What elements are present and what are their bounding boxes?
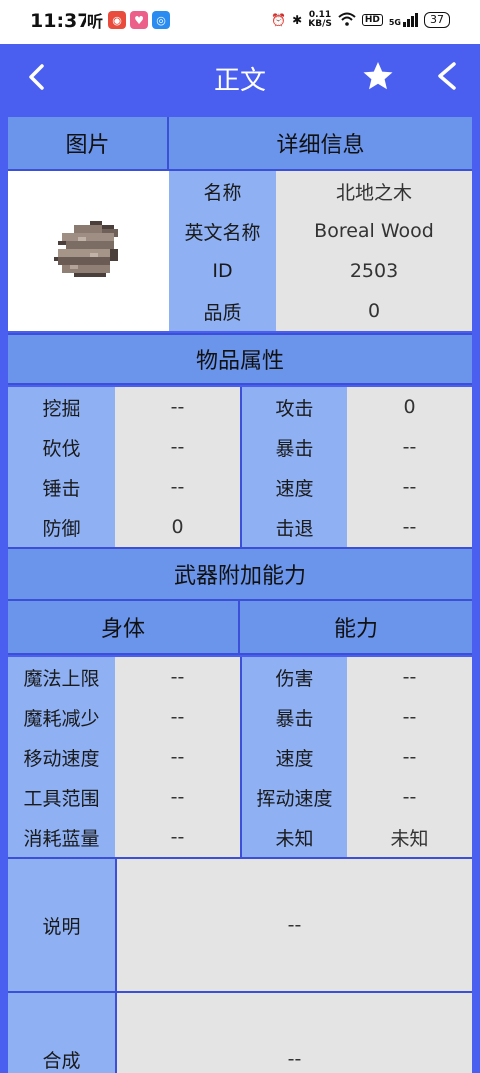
weapon-value: -- (115, 697, 240, 737)
property-label: 挖掘 (8, 387, 115, 427)
info-value: Boreal Wood (276, 211, 472, 251)
status-bar: 11:37 听 ◉ ♥ ◎ ⏰ ✱ 0.11 KB/S HD 5G 37 (0, 0, 480, 44)
crafting-value: -- (117, 991, 472, 1073)
property-value: 0 (115, 507, 240, 547)
weapon-label: 魔法上限 (8, 657, 115, 697)
property-value: -- (115, 387, 240, 427)
property-value: -- (347, 467, 472, 507)
description-value: -- (117, 857, 472, 991)
content-area: 图片 详细信息 名称 北地之木 英文名称 Boreal Wood ID 2503… (0, 110, 480, 1073)
property-label: 砍伐 (8, 427, 115, 467)
weapon-label: 消耗蓝量 (8, 817, 115, 857)
star-icon[interactable] (362, 60, 394, 92)
info-label: ID (169, 251, 276, 291)
detail-header: 详细信息 (169, 117, 472, 171)
crafting-label: 合成 (8, 991, 117, 1073)
image-header: 图片 (8, 117, 169, 171)
ability-header: 能力 (240, 601, 472, 655)
boreal-wood-icon (54, 221, 118, 277)
info-value: 北地之木 (276, 171, 472, 211)
weapon-value: -- (115, 817, 240, 857)
property-label: 防御 (8, 507, 115, 547)
weapon-value: -- (347, 657, 472, 697)
weapon-label: 伤害 (240, 657, 347, 697)
status-indicators: ⏰ ✱ 0.11 KB/S HD 5G 37 (271, 11, 450, 29)
body-header: 身体 (8, 601, 240, 655)
weapon-bonus-header: 武器附加能力 (8, 547, 472, 601)
bluetooth-icon: ✱ (292, 13, 303, 27)
description-label: 说明 (8, 857, 117, 991)
property-value: -- (347, 507, 472, 547)
weapon-value: -- (115, 777, 240, 817)
weapon-label: 挥动速度 (240, 777, 347, 817)
notification-icons: 听 ◉ ♥ ◎ (86, 11, 170, 31)
hd-badge: HD (361, 14, 383, 26)
alarm-icon: ⏰ (271, 13, 287, 27)
property-label: 速度 (240, 467, 347, 507)
weapon-value: -- (347, 777, 472, 817)
weapon-label: 工具范围 (8, 777, 115, 817)
weapon-value: 未知 (347, 817, 472, 857)
property-label: 攻击 (240, 387, 347, 427)
property-label: 暴击 (240, 427, 347, 467)
weapon-label: 未知 (240, 817, 347, 857)
pinduoduo-icon: ♥ (130, 11, 148, 29)
info-value: 2503 (276, 251, 472, 291)
weapon-value: -- (115, 737, 240, 777)
weapon-label: 速度 (240, 737, 347, 777)
listen-app-icon: 听 (86, 11, 104, 31)
page-title: 正文 (213, 66, 266, 96)
weibo-icon: ◉ (108, 11, 126, 29)
info-label: 品质 (169, 291, 276, 331)
app-bar: 正文 (0, 44, 480, 110)
signal-icon: 5G (389, 13, 418, 27)
wifi-icon (338, 12, 356, 29)
properties-header: 物品属性 (8, 333, 472, 385)
property-label: 击退 (240, 507, 347, 547)
property-value: -- (115, 467, 240, 507)
share-icon[interactable] (432, 61, 462, 91)
property-label: 锤击 (8, 467, 115, 507)
status-time: 11:37 (30, 10, 91, 32)
weapon-value: -- (347, 737, 472, 777)
info-label: 英文名称 (169, 211, 276, 251)
network-speed: 0.11 KB/S (308, 10, 332, 29)
weapon-label: 移动速度 (8, 737, 115, 777)
weapon-label: 暴击 (240, 697, 347, 737)
info-label: 名称 (169, 171, 276, 211)
weapon-value: -- (347, 697, 472, 737)
browser-icon: ◎ (152, 11, 170, 29)
property-value: -- (115, 427, 240, 467)
property-value: -- (347, 427, 472, 467)
battery-indicator: 37 (424, 12, 450, 28)
weapon-label: 魔耗减少 (8, 697, 115, 737)
item-image-cell (8, 171, 169, 331)
property-value: 0 (347, 387, 472, 427)
weapon-value: -- (115, 657, 240, 697)
info-value: 0 (276, 291, 472, 331)
